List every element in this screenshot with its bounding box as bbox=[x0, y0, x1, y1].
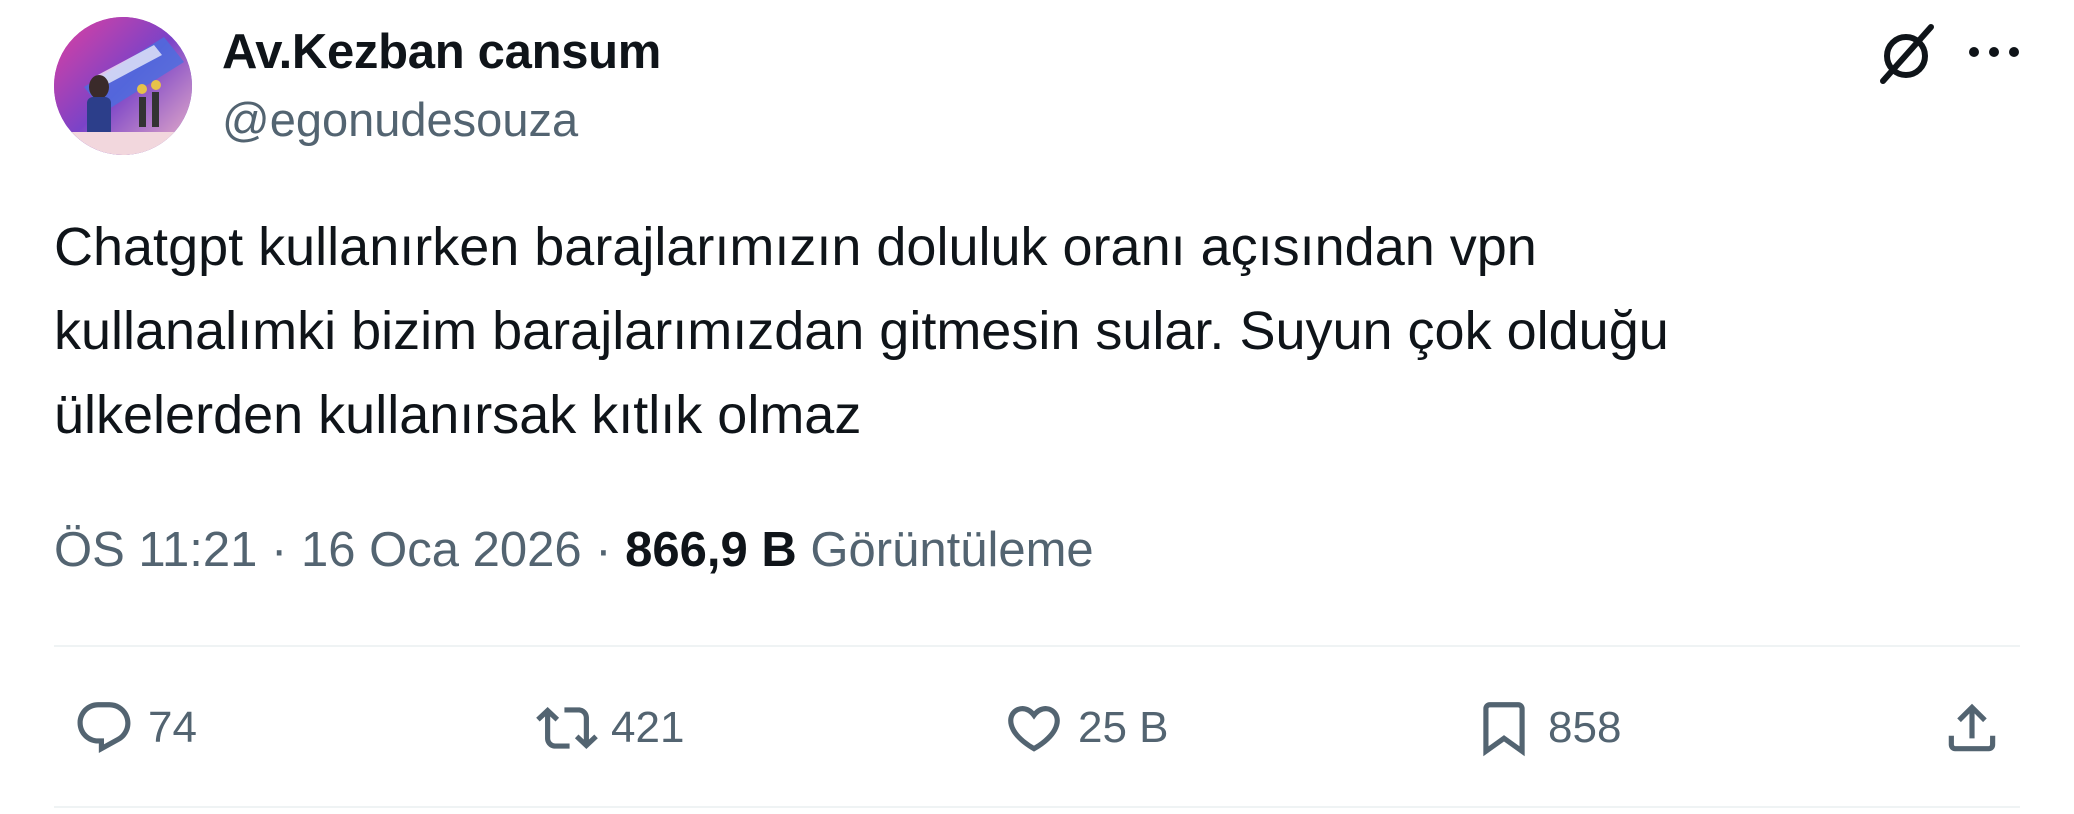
avatar-image bbox=[54, 17, 192, 155]
like-count: 25 B bbox=[1078, 703, 1169, 752]
tweet-date[interactable]: 16 Oca 2026 bbox=[301, 523, 582, 577]
meta-separator: · bbox=[271, 523, 288, 577]
meta-separator: · bbox=[595, 523, 612, 577]
bookmark-count: 858 bbox=[1548, 703, 1622, 752]
handle[interactable]: @egonudesouza bbox=[222, 92, 578, 148]
reply-button[interactable]: 74 bbox=[66, 690, 197, 766]
more-icon bbox=[1969, 47, 2019, 57]
share-button[interactable] bbox=[1934, 690, 2010, 766]
tweet-meta: ÖS 11:21 · 16 Oca 2026 · 866,9 B Görüntü… bbox=[54, 515, 1094, 585]
views-label: Görüntüleme bbox=[810, 523, 1094, 577]
bookmark-icon bbox=[1466, 690, 1542, 766]
reply-count: 74 bbox=[148, 703, 197, 752]
retweet-count: 421 bbox=[611, 703, 685, 752]
bookmark-button[interactable]: 858 bbox=[1466, 690, 1621, 766]
grok-button[interactable] bbox=[1866, 16, 1946, 92]
avatar[interactable] bbox=[54, 17, 192, 155]
like-button[interactable]: 25 B bbox=[996, 690, 1169, 766]
like-icon bbox=[996, 690, 1072, 766]
divider bbox=[54, 645, 2020, 647]
tweet-text: Chatgpt kullanırken barajlarımızın dolul… bbox=[54, 217, 1669, 445]
reply-icon bbox=[66, 690, 142, 766]
retweet-button[interactable]: 421 bbox=[529, 690, 684, 766]
tweet-time[interactable]: ÖS 11:21 bbox=[54, 523, 257, 577]
grok-icon bbox=[1880, 24, 1934, 84]
retweet-icon bbox=[529, 690, 605, 766]
share-icon bbox=[1934, 690, 2010, 766]
tweet-card: Av.Kezban cansum @egonudesouza Chatgpt k… bbox=[0, 0, 2074, 814]
display-name[interactable]: Av.Kezban cansum bbox=[222, 22, 661, 82]
divider bbox=[54, 806, 2020, 808]
views-count[interactable]: 866,9 B bbox=[625, 523, 797, 577]
action-bar: 74 421 25 B 858 bbox=[54, 690, 2020, 766]
more-button[interactable] bbox=[1956, 20, 2032, 84]
